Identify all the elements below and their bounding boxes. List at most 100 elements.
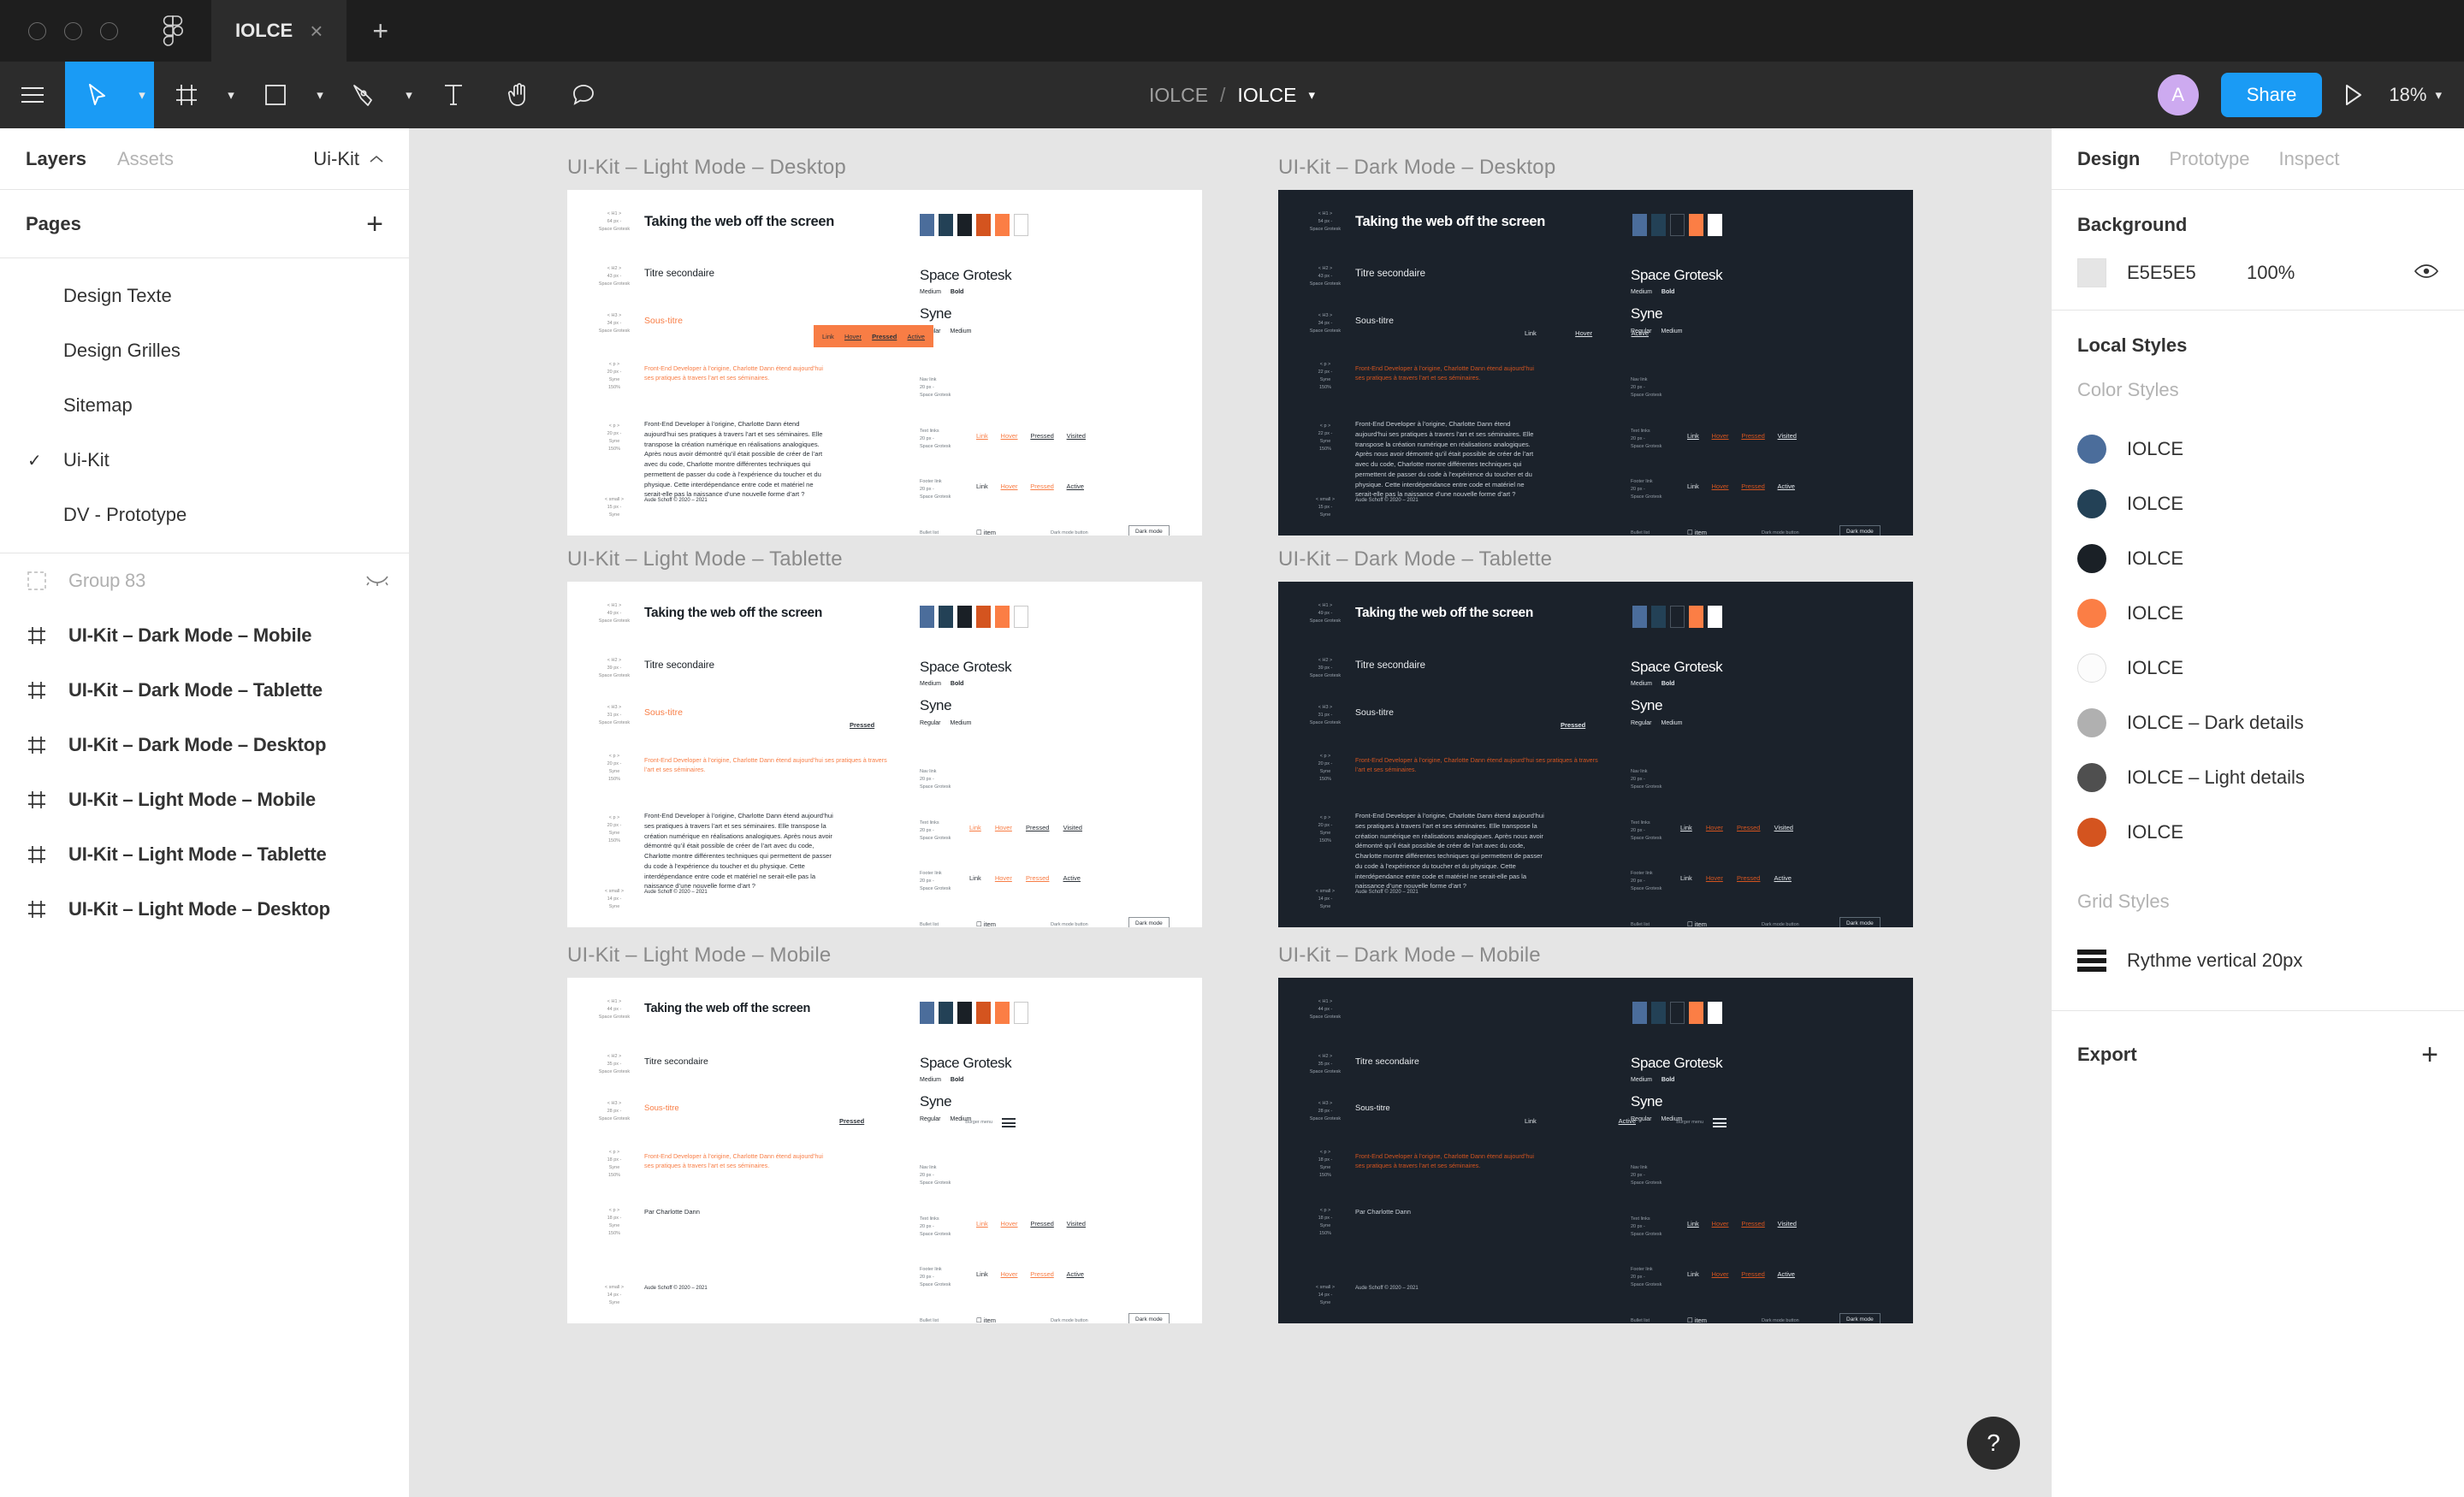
color-swatch[interactable]	[2077, 599, 2106, 628]
file-tab[interactable]: IOLCE ×	[211, 0, 347, 62]
nav-link-state[interactable]: Hover	[1575, 329, 1592, 337]
artboard[interactable]: < H1 >44 px - Space Grotesk < H2 >35 px -S…	[567, 978, 1202, 1323]
artboard-frame[interactable]: UI-Kit – Light Mode – Desktop < H1 >64 px…	[567, 156, 1202, 535]
text-link-state[interactable]: Pressed	[1737, 824, 1761, 831]
maximize-window-button[interactable]	[100, 21, 118, 40]
footer-link-state[interactable]: Hover	[1001, 482, 1018, 490]
text-link-state[interactable]: Hover	[1706, 824, 1723, 831]
footer-link-state[interactable]: Link	[976, 482, 988, 490]
color-style-row[interactable]: IOLCE	[2077, 422, 2438, 476]
footer-link-state[interactable]: Pressed	[1741, 482, 1765, 490]
page-row[interactable]: Design Texte	[0, 269, 409, 323]
color-swatch[interactable]	[2077, 763, 2106, 792]
frame-icon[interactable]	[154, 62, 219, 128]
artboard[interactable]: < H1 >44 px - Space Grotesk < H2 >35 px -S…	[1278, 978, 1913, 1323]
footer-link-state[interactable]: Link	[1680, 874, 1692, 882]
color-style-row[interactable]: IOLCE	[2077, 641, 2438, 695]
page-row[interactable]: ✓ Ui-Kit	[0, 433, 409, 488]
new-tab-button[interactable]: +	[372, 17, 388, 44]
color-style-row[interactable]: IOLCE – Dark details	[2077, 695, 2438, 750]
text-link-state[interactable]: Hover	[1001, 432, 1018, 440]
layer-row[interactable]: Group 83	[0, 553, 409, 608]
text-link-state[interactable]: Link	[976, 432, 988, 440]
background-hex-field[interactable]: E5E5E5	[2127, 262, 2247, 284]
hand-icon[interactable]	[486, 62, 551, 128]
layer-row[interactable]: UI-Kit – Light Mode – Mobile	[0, 772, 409, 827]
page-row[interactable]: DV - Prototype	[0, 488, 409, 542]
move-tool[interactable]: ▾	[65, 62, 154, 128]
background-opacity-field[interactable]: 100%	[2247, 262, 2295, 284]
text-link-state[interactable]: Hover	[1712, 1220, 1729, 1228]
footer-link-state[interactable]: Active	[1778, 1270, 1795, 1278]
footer-link-state[interactable]: Hover	[995, 874, 1012, 882]
close-icon[interactable]: ×	[310, 20, 323, 42]
text-link-state[interactable]: Link	[976, 1220, 988, 1228]
text-t-icon[interactable]	[421, 62, 486, 128]
nav-link-state[interactable]: Active	[1632, 329, 1649, 337]
background-color-swatch[interactable]	[2077, 258, 2106, 287]
text-link-state[interactable]: Visited	[1067, 1220, 1086, 1228]
footer-link-state[interactable]: Pressed	[1026, 874, 1050, 882]
footer-link-state[interactable]: Pressed	[1030, 1270, 1054, 1278]
hamburger-menu-icon[interactable]	[0, 62, 65, 128]
color-swatch[interactable]	[2077, 489, 2106, 518]
dark-mode-button[interactable]: Dark mode	[1839, 917, 1881, 927]
chevron-down-icon[interactable]: ▾	[2435, 87, 2442, 103]
artboard-frame[interactable]: UI-Kit – Light Mode – Tablette < H1 >49 p…	[567, 547, 1202, 927]
text-link-state[interactable]: Pressed	[1030, 432, 1054, 440]
color-style-row[interactable]: IOLCE	[2077, 531, 2438, 586]
nav-link-state[interactable]: Pressed	[1561, 721, 1585, 729]
frame-title[interactable]: UI-Kit – Dark Mode – Tablette	[1278, 547, 1913, 571]
eye-icon[interactable]	[2414, 263, 2439, 283]
layer-row[interactable]: UI-Kit – Dark Mode – Mobile	[0, 608, 409, 663]
tab-prototype[interactable]: Prototype	[2169, 148, 2249, 170]
color-style-row[interactable]: IOLCE – Light details	[2077, 750, 2438, 805]
footer-link-state[interactable]: Pressed	[1737, 874, 1761, 882]
share-button[interactable]: Share	[2220, 73, 2323, 117]
chevron-down-icon[interactable]: ▾	[1308, 87, 1315, 103]
text-link-state[interactable]: Pressed	[1030, 1220, 1054, 1228]
color-style-row[interactable]: IOLCE	[2077, 805, 2438, 860]
text-link-state[interactable]: Link	[1687, 432, 1699, 440]
frame-title[interactable]: UI-Kit – Light Mode – Tablette	[567, 547, 1202, 571]
color-swatch[interactable]	[2077, 654, 2106, 683]
comment-bubble-icon[interactable]	[551, 62, 616, 128]
footer-link-state[interactable]: Active	[1067, 482, 1084, 490]
zoom-control[interactable]: 18% ▾	[2389, 84, 2442, 106]
footer-link-state[interactable]: Link	[1687, 482, 1699, 490]
footer-link-state[interactable]: Hover	[1712, 482, 1729, 490]
chevron-down-icon[interactable]: ▾	[397, 62, 421, 128]
shape-tool[interactable]: ▾	[243, 62, 332, 128]
text-link-state[interactable]: Visited	[1063, 824, 1082, 831]
frame-title[interactable]: UI-Kit – Light Mode – Mobile	[567, 944, 1202, 967]
pen-tool[interactable]: ▾	[332, 62, 421, 128]
nav-link-state[interactable]: Link	[1525, 1117, 1537, 1125]
nav-link-state[interactable]: Active	[1619, 1117, 1636, 1125]
layer-row[interactable]: UI-Kit – Dark Mode – Desktop	[0, 718, 409, 772]
text-link-state[interactable]: Visited	[1067, 432, 1086, 440]
nav-link-state[interactable]: Hover	[844, 333, 862, 340]
dark-mode-button[interactable]: Dark mode	[1128, 917, 1170, 927]
text-link-state[interactable]: Pressed	[1741, 432, 1765, 440]
artboard[interactable]: < H1 >49 px - Space Grotesk < H2 >39 px -S…	[567, 582, 1202, 927]
page-row[interactable]: Sitemap	[0, 378, 409, 433]
burger-menu-icon[interactable]	[1713, 1118, 1727, 1127]
dark-mode-button[interactable]: Dark mode	[1839, 525, 1881, 535]
chevron-down-icon[interactable]: ▾	[308, 62, 332, 128]
layer-row[interactable]: UI-Kit – Light Mode – Tablette	[0, 827, 409, 882]
tab-inspect[interactable]: Inspect	[2279, 148, 2340, 170]
eye-off-icon[interactable]	[366, 570, 388, 592]
nav-link-state[interactable]: Pressed	[839, 1117, 864, 1125]
text-link-state[interactable]: Hover	[1001, 1220, 1018, 1228]
add-page-button[interactable]: +	[366, 210, 383, 239]
text-link-state[interactable]: Hover	[995, 824, 1012, 831]
artboard-frame[interactable]: UI-Kit – Dark Mode – Tablette < H1 >49 px…	[1278, 547, 1913, 927]
footer-link-state[interactable]: Active	[1067, 1270, 1084, 1278]
dark-mode-button[interactable]: Dark mode	[1128, 1313, 1170, 1323]
nav-link-state[interactable]: Link	[822, 333, 834, 340]
footer-link-state[interactable]: Link	[969, 874, 981, 882]
color-style-row[interactable]: IOLCE	[2077, 476, 2438, 531]
artboard-frame[interactable]: UI-Kit – Light Mode – Mobile < H1 >44 px …	[567, 944, 1202, 1323]
cursor-icon[interactable]	[65, 62, 130, 128]
page-row[interactable]: Design Grilles	[0, 323, 409, 378]
